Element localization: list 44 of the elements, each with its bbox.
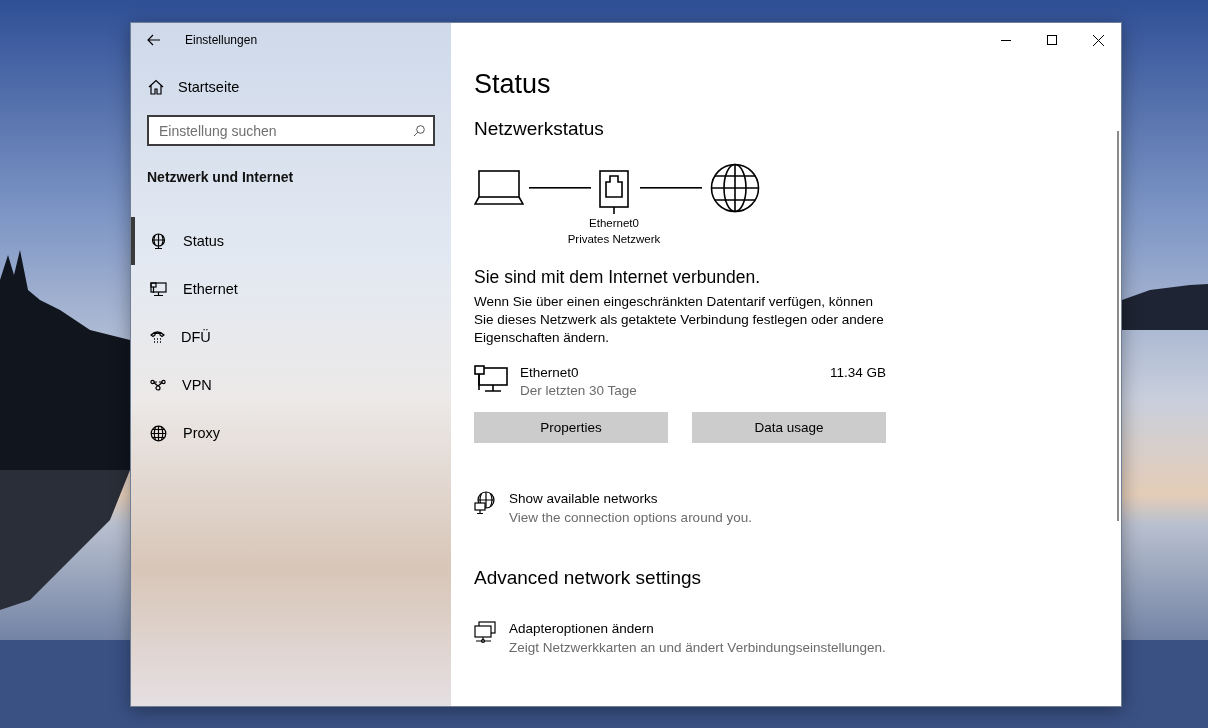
connector-line	[529, 187, 591, 189]
section-heading: Netzwerkstatus	[474, 118, 605, 140]
home-link[interactable]: Startseite	[148, 79, 451, 95]
search-field[interactable]: Einstellung suchen	[147, 115, 435, 146]
nav-item[interactable]: VPN	[131, 361, 451, 409]
link-description: Zeigt Netzwerkkarten an und ändert Verbindungseinstellungen.	[509, 640, 886, 655]
page-title: Status	[474, 69, 552, 100]
connection-status: Sie sind mit dem Internet verbunden.	[474, 267, 761, 288]
ethernet-icon	[150, 281, 167, 297]
period-text: Der letzten 30 Tage	[520, 383, 638, 398]
phone-icon	[150, 330, 165, 344]
minimize-icon	[1001, 39, 1011, 41]
laptop-icon	[474, 170, 524, 206]
globe-monitor-icon	[150, 232, 167, 250]
ethernet-icon	[474, 365, 508, 393]
ethernet-jack-icon	[599, 170, 629, 215]
description-text: Wenn Sie über einen eingeschränkten Datentarif verfügen, können Sie dieses Netzwerk als getaktete Verbindung festlegen oder andere Eigenschaften ändern.	[474, 293, 885, 347]
globe-monitor-icon	[474, 491, 497, 515]
maximize-icon	[1047, 35, 1057, 45]
link-description: View the connection options around you.	[509, 510, 752, 525]
close-icon	[1092, 34, 1104, 46]
globe-icon	[710, 163, 760, 213]
connector-line	[640, 187, 702, 189]
vpn-icon	[150, 379, 166, 391]
nav-item[interactable]: Ethernet	[131, 265, 451, 313]
section-heading: Netzwerk und Internet	[147, 169, 295, 185]
connection-name: Ethernet0	[520, 365, 580, 380]
action-button[interactable]: Data usage	[692, 412, 886, 443]
action-button[interactable]: Properties	[474, 412, 668, 443]
adapter-label: Ethernet0	[589, 216, 639, 231]
nav-item[interactable]: DFÜ	[131, 313, 451, 361]
profile-label: Privates Netzwerk	[567, 232, 661, 247]
home-icon	[148, 79, 164, 95]
search-icon	[413, 125, 425, 137]
link-title[interactable]: Show available networks	[509, 491, 752, 506]
window-title: Einstellungen	[185, 33, 258, 47]
globe-icon	[150, 424, 167, 442]
usage-amount: 11.34 GB	[829, 365, 886, 380]
scrollbar[interactable]	[1117, 131, 1119, 521]
nav-item[interactable]: Proxy	[131, 409, 451, 457]
back-arrow-icon[interactable]	[147, 34, 161, 46]
monitors-icon	[474, 621, 497, 644]
link-title[interactable]: Adapteroptionen ändern	[509, 621, 886, 636]
section-heading: Advanced network settings	[474, 567, 703, 589]
